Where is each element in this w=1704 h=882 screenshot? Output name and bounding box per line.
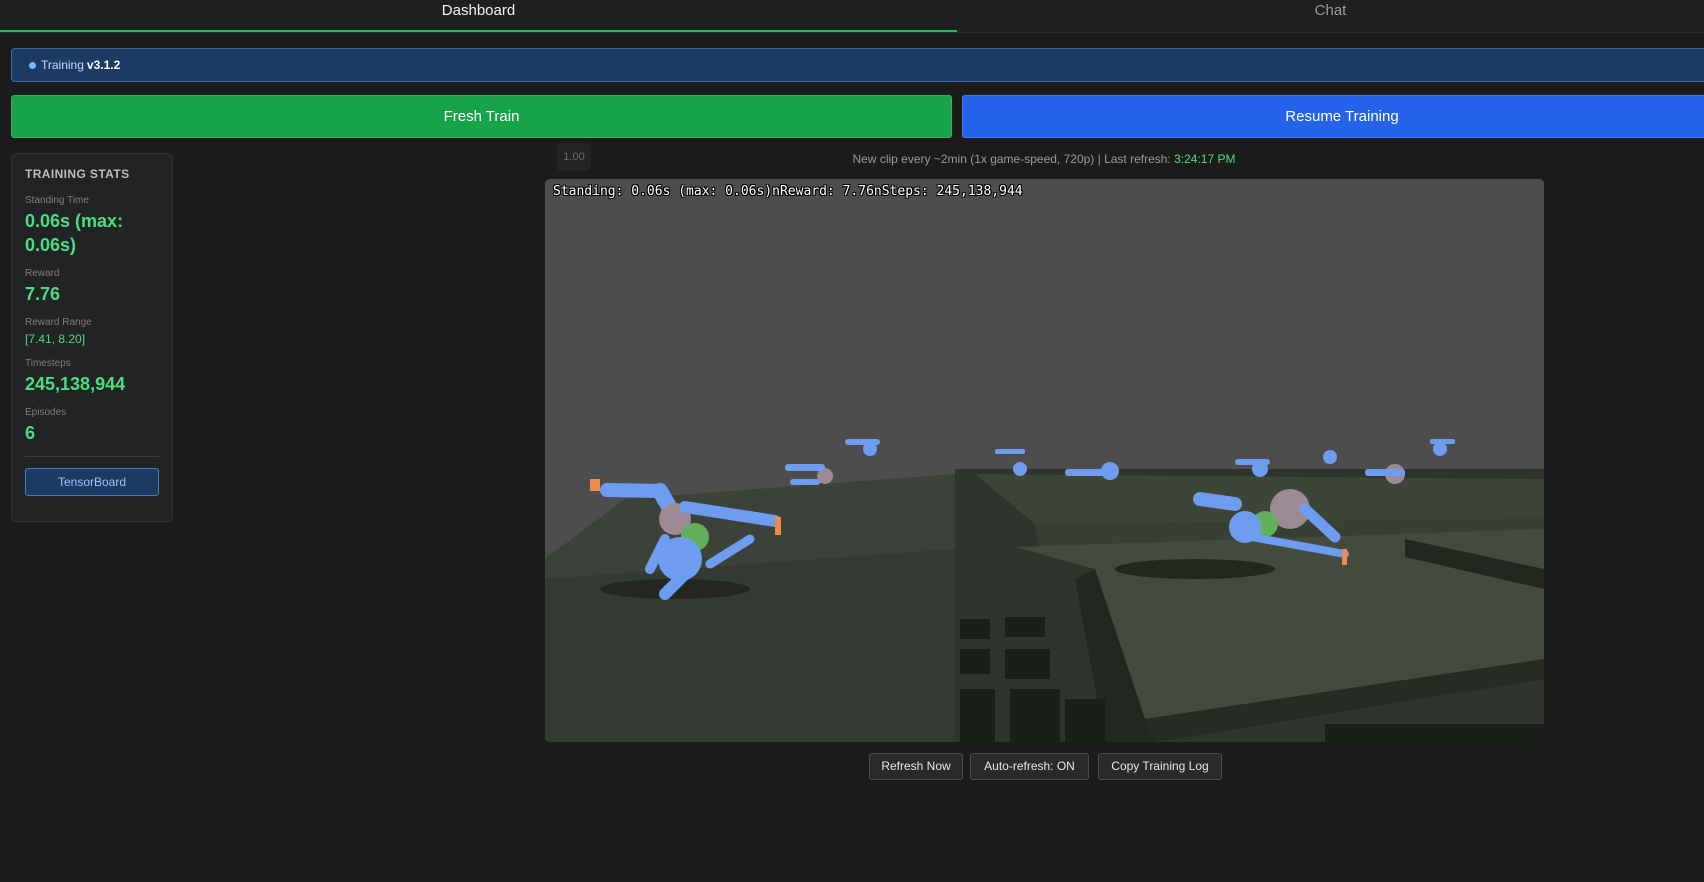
- reward-range-label: Reward Range: [25, 317, 92, 328]
- tensorboard-button[interactable]: TensorBoard: [25, 468, 159, 496]
- status-dot-icon: [29, 62, 36, 69]
- timesteps-label: Timesteps: [25, 358, 71, 369]
- standing-time-value: 0.06s (max: 0.06s): [25, 211, 124, 255]
- version-banner: Training v3.1.2: [11, 48, 1704, 82]
- episodes-label: Episodes: [25, 407, 67, 418]
- version-number: v3.1.2: [86, 58, 121, 72]
- training-video[interactable]: Standing: 0.06s (max: 0.06s)nReward: 7.7…: [545, 179, 1544, 742]
- training-stats-panel: TRAINING STATS Standing Time 0.06s (max:…: [11, 153, 173, 522]
- timesteps-value: 245,138,944: [25, 374, 126, 394]
- auto-refresh-toggle[interactable]: Auto-refresh: ON: [970, 753, 1089, 780]
- fresh-train-button[interactable]: Fresh Train: [11, 95, 952, 138]
- reward-range-value: [7.41, 8.20]: [25, 332, 86, 346]
- tab-chat[interactable]: Chat: [957, 0, 1704, 32]
- tab-dashboard[interactable]: Dashboard: [0, 0, 957, 32]
- standing-time-label: Standing Time: [25, 195, 89, 206]
- stats-title: TRAINING STATS: [25, 167, 130, 181]
- simulation-scene: [545, 179, 1544, 742]
- episodes-value: 6: [25, 423, 36, 443]
- refresh-now-button[interactable]: Refresh Now: [869, 753, 963, 780]
- reward-label: Reward: [25, 268, 60, 279]
- clip-info: New clip every ~2min (1x game-speed, 720…: [545, 152, 1543, 166]
- resume-training-button[interactable]: Resume Training: [962, 95, 1704, 138]
- clip-info-text: New clip every ~2min (1x game-speed, 720…: [852, 152, 1171, 166]
- video-overlay-text: Standing: 0.06s (max: 0.06s)nReward: 7.7…: [553, 184, 1023, 199]
- version-prefix: Training: [41, 58, 84, 72]
- stats-divider: [25, 456, 159, 457]
- tab-bar: Dashboard Chat: [0, 0, 1704, 33]
- copy-training-log-button[interactable]: Copy Training Log: [1098, 753, 1222, 780]
- last-refresh-time: 3:24:17 PM: [1174, 152, 1236, 166]
- reward-value: 7.76: [25, 284, 61, 304]
